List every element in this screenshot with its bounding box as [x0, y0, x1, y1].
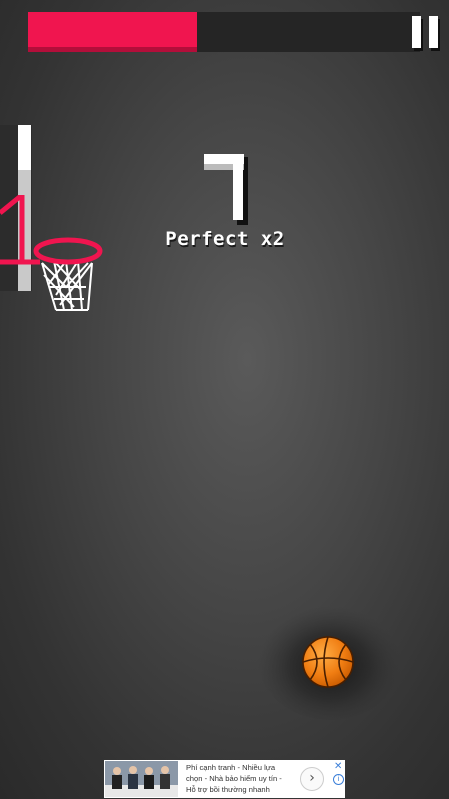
ad-text: Phí cạnh tranh - Nhiều lựa chọn - Nhà bả… [186, 763, 282, 794]
ad-info-icon[interactable]: i [333, 774, 344, 785]
basketball[interactable] [252, 592, 402, 722]
score-digit [204, 154, 248, 225]
pause-button[interactable] [410, 14, 440, 54]
perfect-combo-text: Perfect x2 [165, 228, 285, 250]
ad-close-icon[interactable]: ✕ [334, 761, 342, 772]
basketball-icon [258, 600, 402, 720]
timer-bar [28, 12, 420, 52]
hoop-net [41, 260, 93, 311]
timer-fill [28, 12, 197, 52]
ad-image [105, 761, 178, 797]
hoop-rim [33, 237, 103, 265]
basketball-hoop [0, 195, 103, 311]
score-display: 7 [200, 150, 255, 225]
pause-icon [412, 16, 421, 48]
ad-arrow-button[interactable]: › [300, 767, 324, 791]
